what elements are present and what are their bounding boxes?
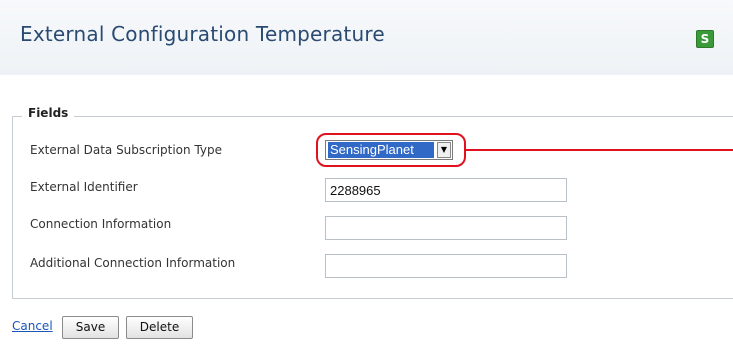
external-identifier-input[interactable]: [325, 178, 567, 202]
cancel-link[interactable]: Cancel: [12, 319, 53, 333]
callout-line: [466, 149, 733, 151]
callout-highlight-ring: [316, 133, 466, 167]
subscription-type-label: External Data Subscription Type: [30, 143, 223, 157]
connection-information-input[interactable]: [325, 216, 567, 240]
refresh-icon[interactable]: S: [696, 30, 714, 48]
fields-legend: Fields: [22, 106, 75, 120]
external-identifier-label: External Identifier: [30, 180, 138, 194]
title-bar: External Configuration Temperature S: [0, 0, 733, 75]
save-button[interactable]: Save: [62, 316, 119, 339]
additional-connection-information-label: Additional Connection Information: [30, 256, 236, 270]
page-title: External Configuration Temperature: [20, 22, 385, 46]
connection-information-label: Connection Information: [30, 217, 172, 231]
delete-button[interactable]: Delete: [126, 316, 193, 339]
additional-connection-information-input[interactable]: [325, 254, 567, 278]
